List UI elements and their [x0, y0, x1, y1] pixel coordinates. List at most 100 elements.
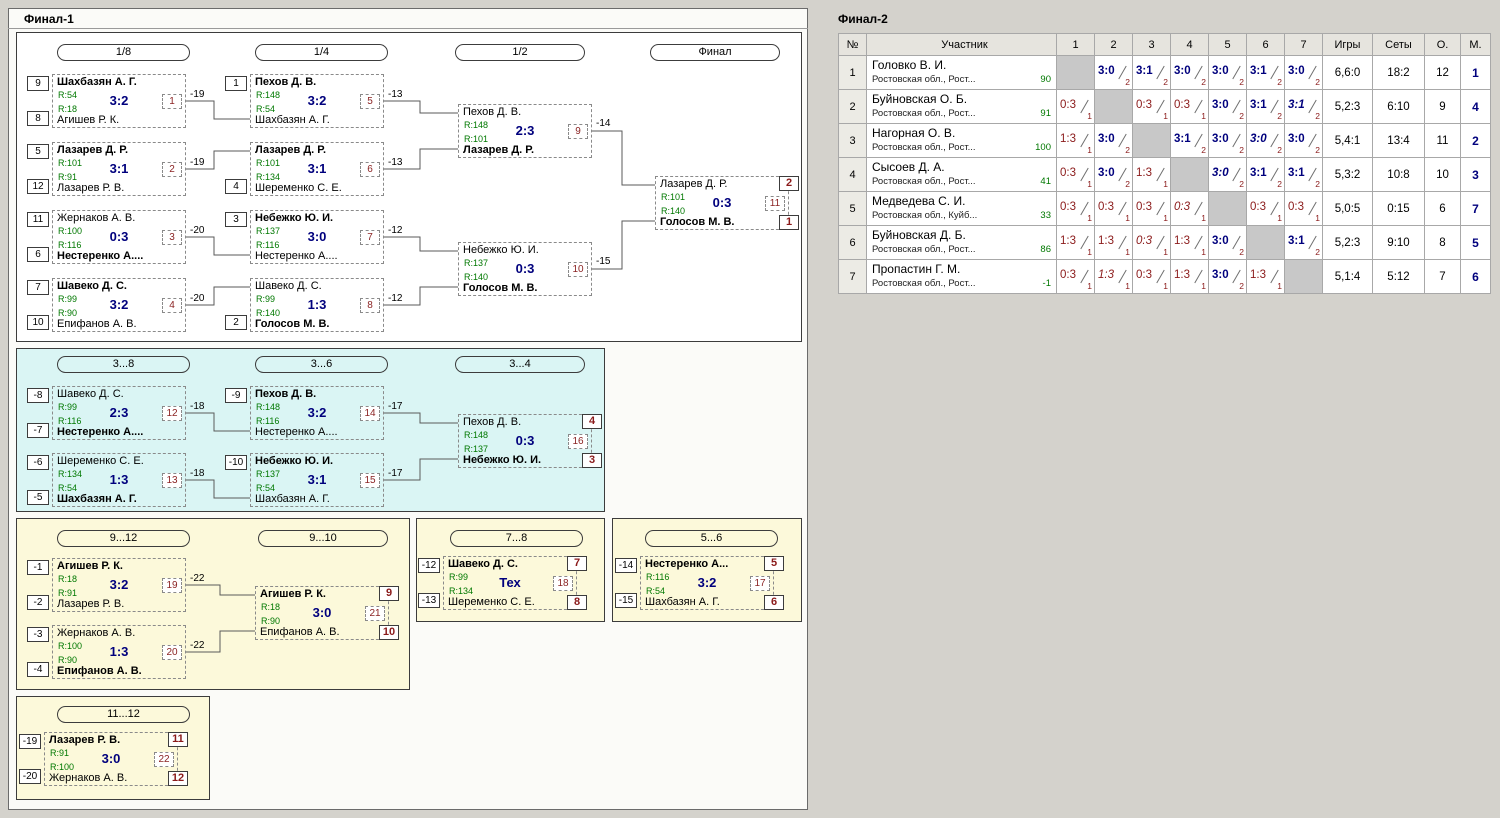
result-cell[interactable]: 3:12 — [1285, 226, 1323, 260]
result-cell[interactable]: 1:31 — [1057, 226, 1095, 260]
result-cell[interactable]: 3:02 — [1209, 226, 1247, 260]
result-cell[interactable]: 0:31 — [1133, 192, 1171, 226]
participant-name: Головко В. И. — [872, 58, 1051, 72]
result-cell[interactable]: 3:02 — [1209, 56, 1247, 90]
result-cell[interactable]: 0:31 — [1057, 260, 1095, 294]
match-card-4[interactable]: 7 10 Шавеко Д. С. R:99 3:2 R:90 Епифанов… — [52, 278, 186, 332]
result-cell[interactable]: 1:31 — [1247, 260, 1285, 294]
result-cell[interactable]: 1:31 — [1133, 158, 1171, 192]
match-card-21[interactable]: Агишев Р. К. R:18 3:0 R:90 Епифанов А. В… — [255, 586, 389, 640]
col-header-1: 1 — [1057, 34, 1095, 56]
match-number: 21 — [365, 606, 385, 621]
match-card-5[interactable]: 1 Пехов Д. В. R:148 3:2 R:54 Шахбазян А.… — [250, 74, 384, 128]
points-total: 6 — [1425, 192, 1461, 226]
result-cell[interactable]: 3:12 — [1247, 90, 1285, 124]
participant-cell[interactable]: Буйновская О. Б.Ростовская обл., Рост...… — [867, 90, 1057, 124]
result-cell[interactable]: 3:12 — [1171, 124, 1209, 158]
seed-box: -14 — [615, 558, 637, 573]
row-number: 7 — [839, 260, 867, 294]
match-card-8[interactable]: 2 Шавеко Д. С. R:99 1:3 R:140 Голосов М.… — [250, 278, 384, 332]
result-cell[interactable]: 0:31 — [1095, 192, 1133, 226]
player1-name: Пехов Д. В. — [255, 76, 316, 88]
result-cell[interactable]: 3:02 — [1209, 90, 1247, 124]
result-cell[interactable]: 1:31 — [1057, 124, 1095, 158]
result-cell[interactable]: 3:02 — [1171, 56, 1209, 90]
result-cell[interactable]: 3:12 — [1247, 56, 1285, 90]
match-card-11-final[interactable]: Лазарев Д. Р. R:101 0:3 R:140 Голосов М.… — [655, 176, 789, 230]
result-cell[interactable]: 0:31 — [1057, 192, 1095, 226]
result-cell[interactable]: 0:31 — [1171, 192, 1209, 226]
match-card-14[interactable]: -9 Пехов Д. В. R:148 3:2 R:116 Нестеренк… — [250, 386, 384, 440]
result-cell[interactable]: 0:31 — [1057, 158, 1095, 192]
player2-rating: R:140 — [256, 308, 280, 318]
result-cell[interactable]: 3:02 — [1247, 124, 1285, 158]
connector-label: -17 — [388, 468, 402, 479]
match-card-2[interactable]: 5 12 Лазарев Д. Р. R:101 3:1 R:91 Лазаре… — [52, 142, 186, 196]
place-box: 5 — [764, 556, 784, 571]
result-cell[interactable]: 1:31 — [1095, 226, 1133, 260]
result-cell[interactable]: 0:31 — [1171, 90, 1209, 124]
player2-rating: R:91 — [58, 588, 77, 598]
player2-name: Епифанов А. В. — [57, 318, 137, 330]
result-cell[interactable]: 3:12 — [1133, 56, 1171, 90]
match-card-3[interactable]: 11 6 Жернаков А. В. R:100 0:3 R:116 Нест… — [52, 210, 186, 264]
place-box: 10 — [379, 625, 399, 640]
participant-cell[interactable]: Сысоев Д. А.Ростовская обл., Рост...41 — [867, 158, 1057, 192]
result-cell[interactable]: 1:31 — [1095, 260, 1133, 294]
result-cell[interactable]: 3:02 — [1285, 56, 1323, 90]
result-cell[interactable]: 0:31 — [1133, 260, 1171, 294]
participant-cell[interactable]: Буйновская Д. Б.Ростовская обл., Рост...… — [867, 226, 1057, 260]
match-number: 17 — [750, 576, 770, 591]
result-cell[interactable]: 3:02 — [1095, 56, 1133, 90]
round-header-1-8: 1/8 — [57, 44, 190, 61]
place-box: 9 — [379, 586, 399, 601]
match-card-18[interactable]: -12 -13 Шавеко Д. С. R:99 Тех R:134 Шере… — [443, 556, 577, 610]
player2-rating: R:91 — [58, 172, 77, 182]
match-card-1[interactable]: 9 8 Шахбазян А. Г. R:54 3:2 R:18 Агишев … — [52, 74, 186, 128]
participant-cell[interactable]: Пропастин Г. М.Ростовская обл., Рост...-… — [867, 260, 1057, 294]
result-cell[interactable]: 3:12 — [1285, 90, 1323, 124]
match-card-7[interactable]: 3 Небежко Ю. И. R:137 3:0 R:116 Нестерен… — [250, 210, 384, 264]
match-card-19[interactable]: -1 -2 Агишев Р. К. R:18 3:2 R:91 Лазарев… — [52, 558, 186, 612]
result-cell[interactable]: 1:31 — [1171, 226, 1209, 260]
games-total: 5,1:4 — [1323, 260, 1373, 294]
match-card-16[interactable]: Пехов Д. В. R:148 0:3 R:137 Небежко Ю. И… — [458, 414, 592, 468]
self-cell — [1133, 124, 1171, 158]
match-card-12[interactable]: -8 -7 Шавеко Д. С. R:99 2:3 R:116 Нестер… — [52, 386, 186, 440]
participant-rating: 90 — [1040, 74, 1051, 85]
result-cell[interactable]: 0:31 — [1057, 90, 1095, 124]
match-card-10[interactable]: Небежко Ю. И. R:137 0:3 R:140 Голосов М.… — [458, 242, 592, 296]
row-number: 5 — [839, 192, 867, 226]
match-card-22[interactable]: -19 -20 Лазарев Р. В. R:91 3:0 R:100 Жер… — [44, 732, 178, 786]
round-header-7-8: 7...8 — [450, 530, 583, 547]
result-cell[interactable]: 3:12 — [1247, 158, 1285, 192]
result-cell[interactable]: 3:12 — [1285, 158, 1323, 192]
result-cell[interactable]: 1:31 — [1171, 260, 1209, 294]
match-card-9[interactable]: Пехов Д. В. R:148 2:3 R:101 Лазарев Д. Р… — [458, 104, 592, 158]
result-cell[interactable]: 0:31 — [1247, 192, 1285, 226]
match-card-13[interactable]: -6 -5 Шеременко С. Е. R:134 1:3 R:54 Шах… — [52, 453, 186, 507]
round-header-9-12: 9...12 — [57, 530, 190, 547]
connector-label: -22 — [190, 640, 204, 651]
participant-cell[interactable]: Головко В. И.Ростовская обл., Рост...90 — [867, 56, 1057, 90]
participant-rating: -1 — [1043, 278, 1051, 289]
player1-name: Лазарев Р. В. — [49, 734, 120, 746]
result-cell[interactable]: 3:02 — [1209, 158, 1247, 192]
participant-cell[interactable]: Медведева С. И.Ростовская обл., Куйб...3… — [867, 192, 1057, 226]
participant-cell[interactable]: Нагорная О. В.Ростовская обл., Рост...10… — [867, 124, 1057, 158]
result-cell[interactable]: 3:02 — [1095, 158, 1133, 192]
player2-name: Голосов М. В. — [463, 282, 537, 294]
result-cell[interactable]: 3:02 — [1285, 124, 1323, 158]
result-cell[interactable]: 3:02 — [1209, 124, 1247, 158]
match-number: 5 — [360, 94, 380, 109]
match-card-17[interactable]: -14 -15 Нестеренко А... R:116 3:2 R:54 Ш… — [640, 556, 774, 610]
result-cell[interactable]: 0:31 — [1133, 226, 1171, 260]
match-card-20[interactable]: -3 -4 Жернаков А. В. R:100 1:3 R:90 Епиф… — [52, 625, 186, 679]
result-cell[interactable]: 0:31 — [1133, 90, 1171, 124]
match-card-6[interactable]: 4 Лазарев Д. Р. R:101 3:1 R:134 Шеременк… — [250, 142, 384, 196]
result-cell[interactable]: 3:02 — [1095, 124, 1133, 158]
match-card-15[interactable]: -10 Небежко Ю. И. R:137 3:1 R:54 Шахбазя… — [250, 453, 384, 507]
participant-region: Ростовская обл., Рост... — [872, 142, 976, 153]
result-cell[interactable]: 0:31 — [1285, 192, 1323, 226]
result-cell[interactable]: 3:02 — [1209, 260, 1247, 294]
